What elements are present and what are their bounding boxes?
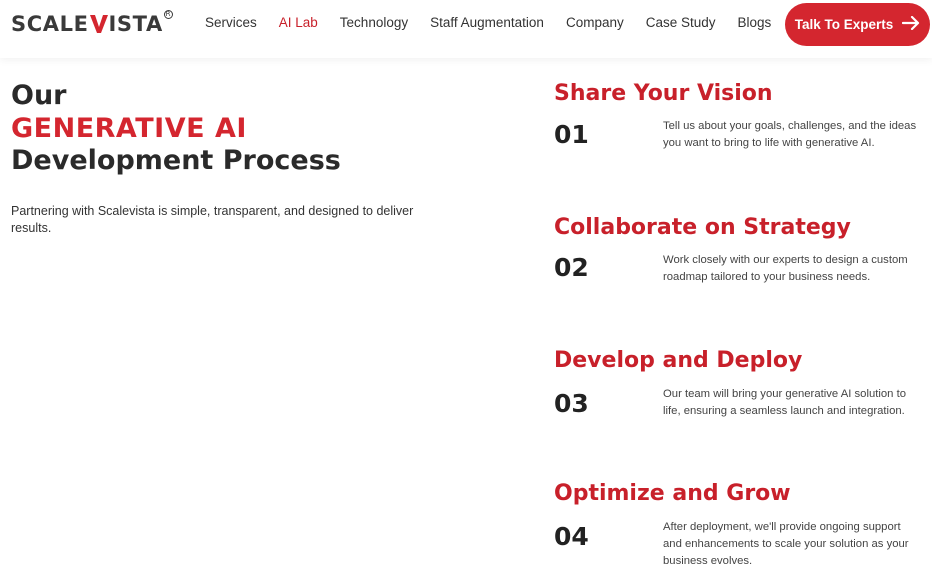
step-description: Work closely with our experts to design … bbox=[663, 254, 908, 283]
cta-label: Talk To Experts bbox=[794, 17, 894, 32]
step-number: 01 bbox=[554, 120, 589, 149]
nav-item-blogs[interactable]: Blogs bbox=[738, 15, 772, 30]
step-description: Tell us about your goals, challenges, an… bbox=[663, 120, 917, 149]
step-number: 04 bbox=[554, 522, 589, 551]
nav-item-staff-augmentation[interactable]: Staff Augmentation bbox=[430, 15, 544, 30]
nav-item-services[interactable]: Services bbox=[205, 15, 257, 30]
step-description: Our team will bring your generative AI s… bbox=[663, 388, 907, 417]
step-title: Collaborate on Strategy bbox=[554, 215, 851, 240]
nav-item-technology[interactable]: Technology bbox=[340, 15, 408, 30]
step-title: Develop and Deploy bbox=[554, 348, 803, 373]
nav-item-case-study[interactable]: Case Study bbox=[646, 15, 716, 30]
hero-title-highlight: GENERATIVE AI bbox=[11, 113, 247, 144]
step-title: Optimize and Grow bbox=[554, 481, 791, 506]
hero-title-line-1: Our bbox=[11, 80, 67, 111]
registered-mark-icon: R bbox=[163, 10, 173, 19]
logo-v-mark-icon bbox=[89, 12, 108, 34]
hero-title-line-3: Development Process bbox=[11, 145, 341, 176]
step-description: After deployment, we'll provide ongoing … bbox=[663, 521, 909, 567]
logo-text-right: ISTA bbox=[108, 12, 163, 36]
talk-to-experts-button[interactable]: Talk To Experts bbox=[785, 3, 930, 46]
nav-item-company[interactable]: Company bbox=[566, 15, 624, 30]
hero-intro-text: Partnering with Scalevista is simple, tr… bbox=[11, 204, 414, 235]
main-nav: Services AI Lab Technology Staff Augment… bbox=[205, 15, 793, 30]
process-step-3: Develop and Deploy 03 Our team will brin… bbox=[554, 347, 924, 467]
step-number: 02 bbox=[554, 253, 589, 282]
step-title: Share Your Vision bbox=[554, 81, 773, 106]
arrow-right-icon bbox=[902, 15, 920, 33]
process-step-4: Optimize and Grow 04 After deployment, w… bbox=[554, 480, 924, 581]
step-number: 03 bbox=[554, 389, 589, 418]
nav-item-ai-lab[interactable]: AI Lab bbox=[279, 15, 318, 30]
process-step-2: Collaborate on Strategy 02 Work closely … bbox=[554, 214, 924, 334]
site-header: SCALE ISTA R Services AI Lab Technology … bbox=[0, 0, 932, 58]
process-step-1: Share Your Vision 01 Tell us about your … bbox=[554, 80, 924, 200]
logo-text-left: SCALE bbox=[11, 12, 89, 36]
scalevista-logo[interactable]: SCALE ISTA R bbox=[11, 10, 173, 38]
